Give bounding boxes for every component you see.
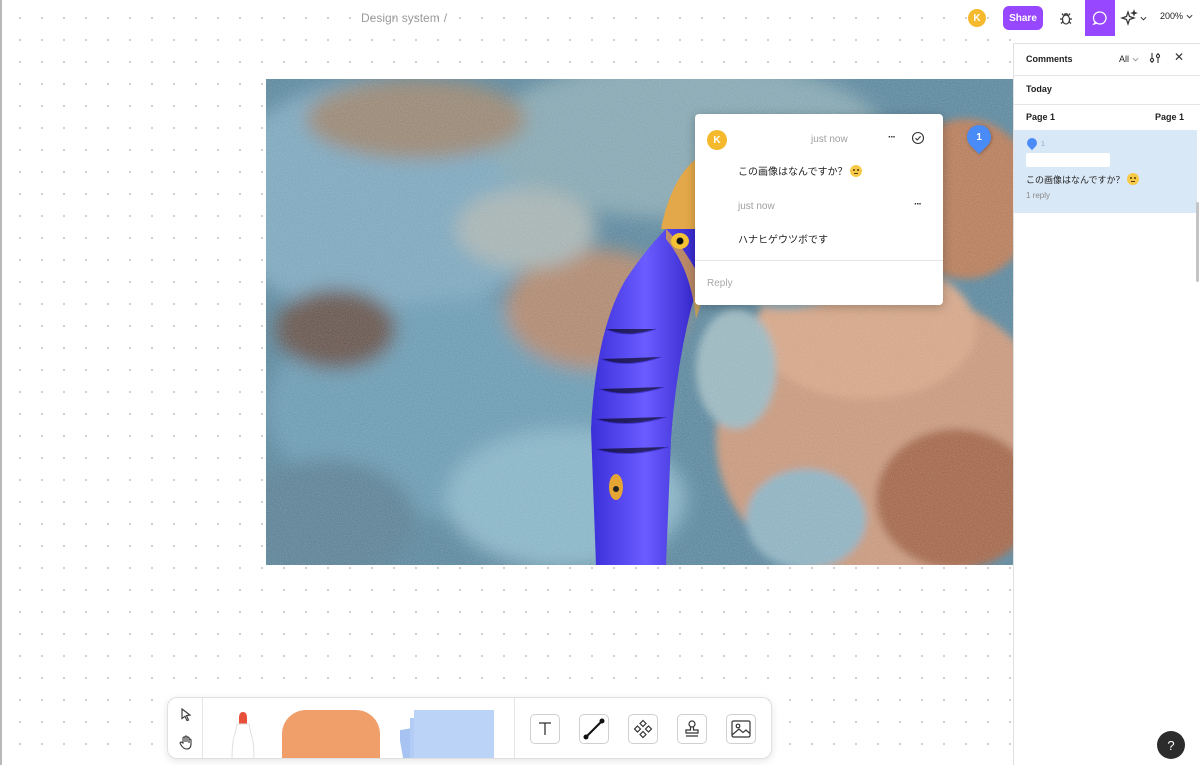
check-circle-icon[interactable] (911, 131, 925, 145)
hand-icon[interactable] (178, 734, 194, 750)
comment-text: この画像はなんですか？ (738, 167, 848, 178)
sliders-icon[interactable] (1148, 51, 1162, 65)
author-name-placeholder (1026, 153, 1110, 167)
sticky-note-icon[interactable] (400, 710, 500, 759)
reply-count[interactable]: 1 reply (1026, 191, 1050, 200)
stamp-icon[interactable] (677, 714, 707, 744)
reply-timestamp: just now (738, 201, 775, 212)
bottom-toolbar (167, 697, 772, 759)
filter-dropdown[interactable]: All (1119, 54, 1139, 64)
share-button[interactable]: Share (1003, 6, 1043, 30)
comment-timestamp: just now (811, 134, 848, 145)
comment-icon[interactable] (1085, 0, 1115, 36)
zoom-control[interactable]: 200% (1160, 11, 1193, 21)
chevron-down-icon (1140, 16, 1147, 21)
divider (1014, 75, 1200, 76)
comment-preview: この画像はなんですか？ (1026, 173, 1139, 186)
comment-preview-text: この画像はなんですか？ (1026, 175, 1125, 185)
reply-input[interactable]: Reply (707, 278, 733, 289)
filter-label: All (1119, 54, 1130, 64)
close-icon[interactable]: ✕ (1172, 50, 1186, 64)
divider (1014, 104, 1200, 105)
page-label-right: Page 1 (1154, 112, 1184, 122)
connector-icon[interactable] (579, 714, 609, 744)
thinking-emoji-icon (1126, 173, 1139, 185)
comments-panel: Comments All ✕ Today Page 1 Page 1 1 この画… (1013, 43, 1200, 765)
shape-tool[interactable] (282, 710, 380, 758)
scrollbar[interactable] (1196, 202, 1199, 282)
comment-thread: K just now ··· この画像はなんですか？ just now ··· … (695, 114, 943, 305)
sparkle-icon[interactable] (1120, 6, 1150, 30)
more-options-icon[interactable]: ··· (888, 132, 896, 143)
file-name[interactable]: Design system (361, 11, 440, 25)
section-today: Today (1026, 84, 1052, 94)
marker-icon[interactable] (228, 710, 258, 759)
divider (695, 260, 943, 261)
toolbar-separator (514, 698, 515, 758)
text-icon[interactable] (530, 714, 560, 744)
breadcrumb-separator: / (443, 11, 448, 25)
breadcrumb: Design system / (361, 11, 447, 25)
image-icon[interactable] (726, 714, 756, 744)
reply-message: ハナヒゲウツボです (738, 235, 828, 246)
comment-pin-number: 1 (1041, 141, 1045, 148)
chevron-down-icon (1186, 14, 1193, 19)
comment-pin-number: 1 (976, 131, 982, 143)
more-options-icon[interactable]: ··· (914, 199, 922, 210)
toolbar-separator (202, 698, 203, 758)
help-button[interactable]: ? (1157, 731, 1185, 759)
bug-icon[interactable] (1054, 6, 1078, 30)
cursor-arrow-icon[interactable] (178, 707, 194, 723)
panel-title: Comments (1026, 54, 1073, 64)
thread-author-avatar: K (707, 130, 727, 150)
comment-message: この画像はなんですか？ (738, 163, 862, 178)
zoom-label: 200% (1160, 11, 1184, 21)
chevron-down-icon (1132, 57, 1139, 62)
comment-list-item[interactable]: 1 この画像はなんですか？ 1 reply (1014, 130, 1197, 213)
user-avatar[interactable]: K (968, 9, 986, 27)
thinking-emoji-icon (849, 165, 862, 177)
comment-pin-icon (1024, 135, 1040, 151)
page-label: Page 1 (1026, 112, 1056, 122)
component-icon[interactable] (628, 714, 658, 744)
